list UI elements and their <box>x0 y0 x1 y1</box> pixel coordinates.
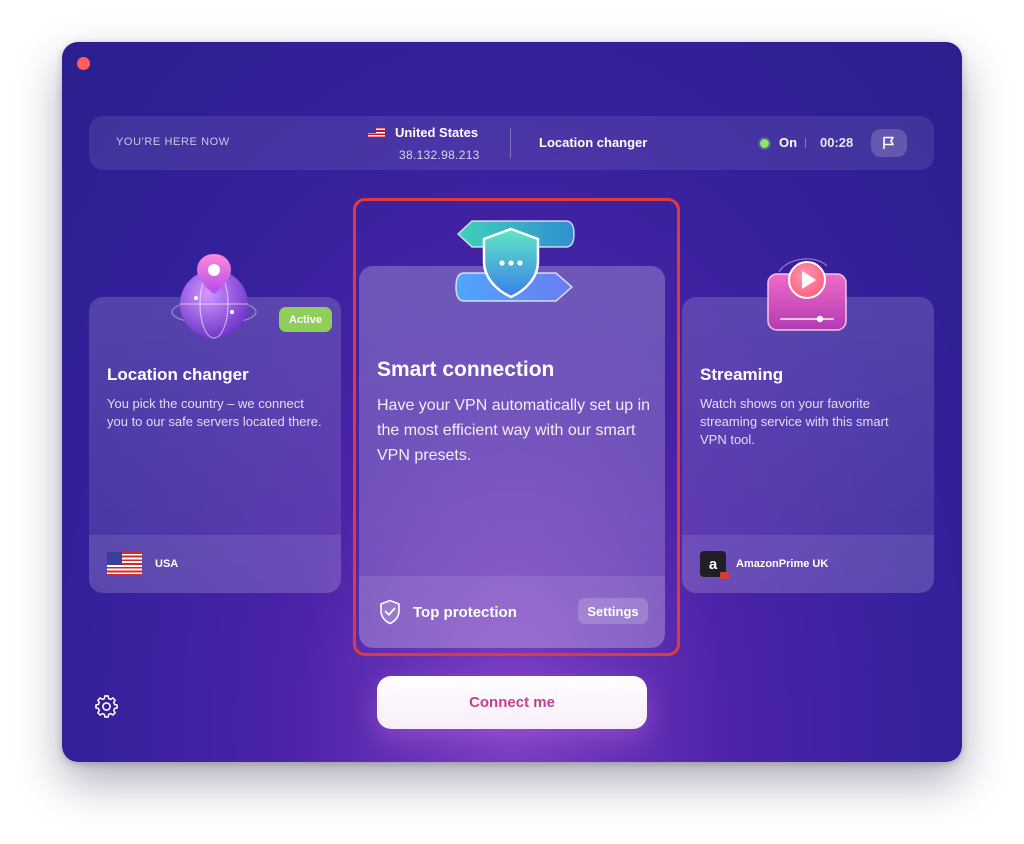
play-screen-icon <box>767 258 847 331</box>
us-flag-icon <box>368 127 385 138</box>
current-country: United States <box>368 125 478 140</box>
globe-pin-icon <box>171 254 257 339</box>
report-button[interactable] <box>871 129 907 157</box>
card-title: Location changer <box>107 365 249 384</box>
app-window: YOU'RE HERE NOW United States 38.132.98.… <box>62 42 962 762</box>
streaming-card[interactable]: Streaming Watch shows on your favorite s… <box>682 297 934 593</box>
selected-country: USA <box>155 558 179 570</box>
streaming-service: AmazonPrime UK <box>736 558 829 570</box>
card-description: You pick the country – we connect you to… <box>107 396 322 429</box>
country-name: United States <box>395 125 479 140</box>
card-footer[interactable]: a AmazonPrime UK <box>682 535 934 593</box>
ip-address: 38.132.98.213 <box>399 148 480 162</box>
location-label: YOU'RE HERE NOW <box>116 136 230 148</box>
card-title: Streaming <box>700 365 784 384</box>
location-changer-card[interactable]: Location changer You pick the country – … <box>89 297 341 593</box>
connection-status: On <box>779 135 798 150</box>
amazon-logo: a <box>700 551 729 579</box>
selection-highlight <box>353 198 680 656</box>
close-window-button[interactable] <box>77 57 90 70</box>
divider <box>805 138 806 148</box>
connect-button[interactable]: Connect me <box>377 676 647 729</box>
card-footer[interactable]: USA <box>89 535 341 593</box>
divider <box>510 128 511 158</box>
connection-status-bar: YOU'RE HERE NOW United States 38.132.98.… <box>89 116 934 170</box>
active-mode: Location changer <box>539 135 648 150</box>
us-flag-icon <box>107 552 142 576</box>
status-indicator-icon <box>760 139 769 148</box>
active-badge: Active <box>279 307 332 332</box>
connection-timer: 00:28 <box>820 135 854 150</box>
gear-icon[interactable] <box>95 695 119 719</box>
card-description: Watch shows on your favorite streaming s… <box>700 396 889 447</box>
flag-icon <box>883 136 894 149</box>
